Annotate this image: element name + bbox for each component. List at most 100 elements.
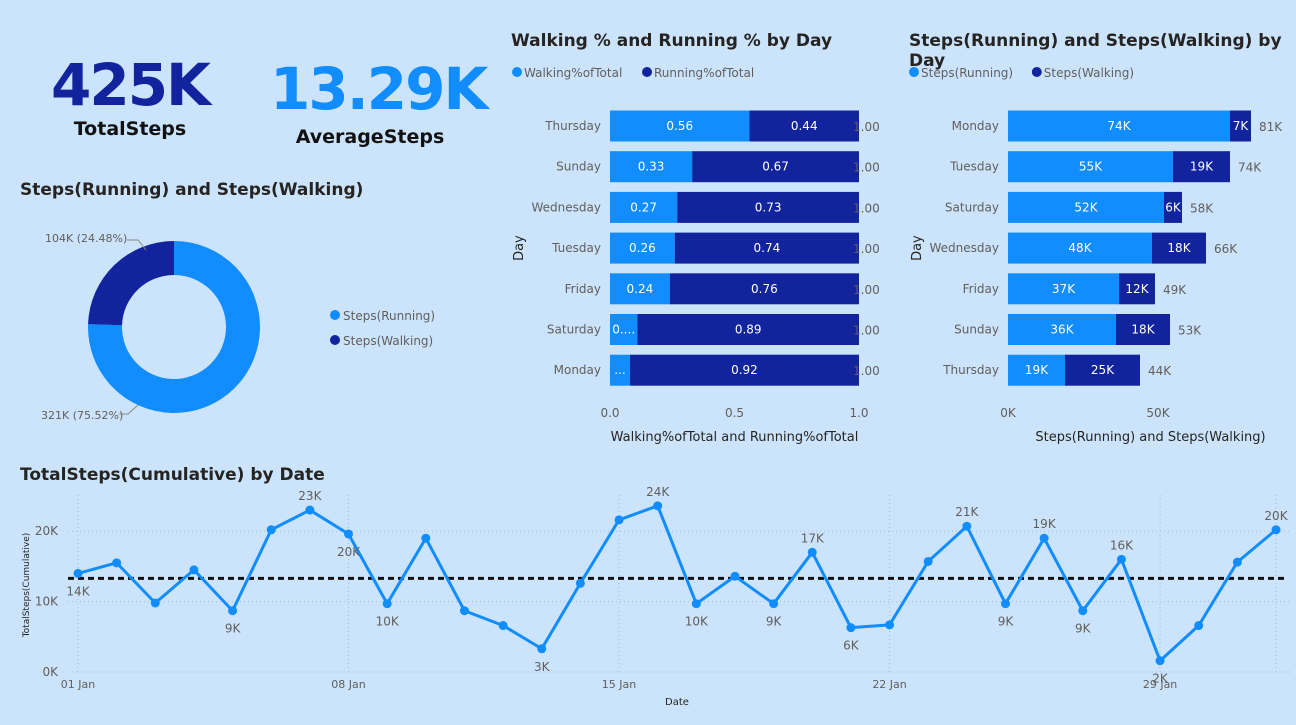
bar-legend-label: Walking%ofTotal [524,66,622,80]
data-point [962,521,972,531]
point-label: 21K [955,505,979,519]
category-label: Wednesday [532,200,601,214]
bar-data-label: 48K [1068,241,1092,255]
series-line [77,504,1277,663]
bar-data-label: 0.26 [629,241,656,255]
bar-total-label: 1.00 [853,324,880,338]
donut-legend-label: Steps(Walking) [343,334,433,348]
category-label: Friday [565,282,601,296]
bar-data-label: 0.74 [754,241,781,255]
bar-data-label: 19K [1190,160,1214,174]
bar-data-label: 37K [1052,282,1076,296]
data-point [575,578,585,588]
point-label: 10K [685,615,709,629]
donut-label-walking: 104K (24.48%) [45,232,127,245]
category-label: Monday [554,363,601,377]
data-point [498,621,508,631]
x-tick-label: 0.5 [725,406,744,420]
point-label: 9K [766,615,783,629]
data-point [769,599,779,609]
category-label: Thursday [544,119,601,133]
bar-total-label: 1.00 [853,120,880,134]
data-point [653,501,663,511]
category-label: Sunday [556,160,601,174]
data-point [421,533,431,543]
y-axis-title: TotalSteps(Cumulative) [22,533,32,639]
bar-data-label: 0.33 [638,160,665,174]
bar-data-label: 74K [1107,119,1131,133]
data-point [189,565,199,575]
bar-data-label: 18K [1131,323,1155,337]
data-point [1232,557,1242,567]
bar-total-label: 44K [1148,364,1172,378]
data-point [228,606,238,616]
data-point [73,568,83,578]
category-label: Saturday [945,200,999,214]
bar-total-label: 49K [1163,283,1187,297]
point-label: 9K [998,615,1015,629]
bar-data-label: 0.76 [751,282,778,296]
data-point [614,515,624,525]
bar-data-label: 18K [1167,241,1191,255]
point-label: 2K [1152,672,1169,686]
x-tick-label: 0K [1000,406,1017,420]
donut-legend-label: Steps(Running) [343,309,435,323]
category-label: Sunday [954,323,999,337]
data-point [1078,606,1088,616]
bar-total-label: 53K [1178,324,1202,338]
x-tick-label: 01 Jan [61,678,95,691]
data-point [885,620,895,630]
point-label: 20K [1264,509,1288,523]
data-point [923,556,933,566]
bar-data-label: 0.44 [791,119,818,133]
bar-total-label: 81K [1259,120,1283,134]
category-label: Monday [952,119,999,133]
bar-data-label: 0.24 [627,282,654,296]
bar-legend-marker [1031,67,1042,77]
bar-data-label: 36K [1050,323,1074,337]
bar-legend-marker [512,67,522,77]
y-tick-label: 20K [35,524,59,538]
point-label: 19K [1033,517,1057,531]
y-axis-title: Day [512,235,527,261]
bar-data-label: ... [614,363,625,377]
x-tick-label: 1.0 [849,406,868,420]
data-point [459,606,469,616]
y-tick-label: 10K [35,595,59,609]
data-point [807,547,817,557]
bar-total-label: 66K [1214,242,1238,256]
data-point [1194,621,1204,631]
category-label: Saturday [547,323,601,337]
y-axis-title: Day [910,235,925,261]
bar-legend-label: Running%ofTotal [654,66,754,80]
data-point [1000,599,1010,609]
x-axis-title: Walking%ofTotal and Running%ofTotal [611,430,859,445]
data-point [266,525,276,535]
bar-data-label: 0.92 [731,363,758,377]
point-label: 6K [843,639,860,653]
bar-data-label: 0.73 [755,200,782,214]
data-point [691,599,701,609]
point-label: 17K [801,531,825,545]
bar-total-label: 1.00 [853,364,880,378]
point-label: 23K [298,489,322,503]
point-label: 24K [646,485,670,499]
bar-data-label: 0.89 [735,323,762,337]
x-axis-title: Steps(Running) and Steps(Walking) [1035,430,1265,445]
bar-total-label: 1.00 [853,201,880,215]
point-label: 20K [337,545,361,559]
bar-legend-label: Steps(Running) [921,66,1013,80]
point-label: 16K [1110,538,1134,552]
data-point [305,505,315,515]
bar-data-label: 19K [1025,363,1049,377]
x-tick-label: 15 Jan [602,678,636,691]
donut-legend-marker [330,310,340,320]
bar-data-label: 0.67 [762,160,789,174]
data-point [537,644,547,654]
bar-data-label: 25K [1091,363,1115,377]
x-tick-label: 08 Jan [331,678,365,691]
point-label: 14K [66,584,90,598]
bar-data-label: 0.... [612,323,635,337]
category-label: Friday [963,282,999,296]
bar-data-label: 55K [1079,160,1103,174]
